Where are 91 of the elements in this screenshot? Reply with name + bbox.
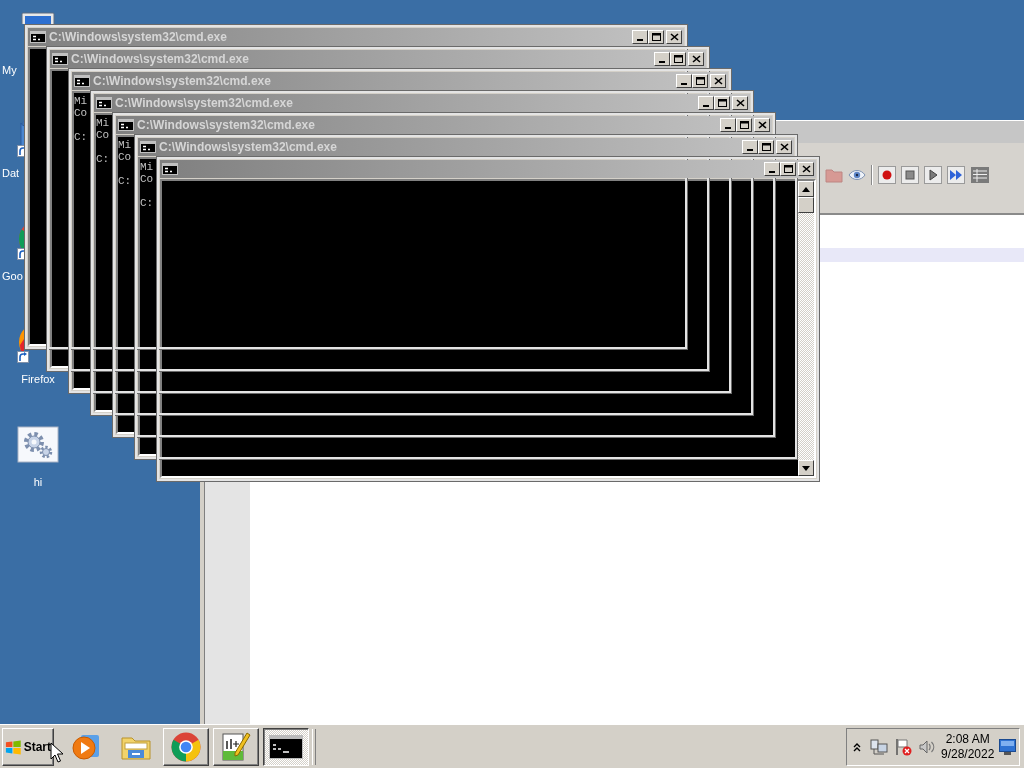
close-icon <box>691 55 701 63</box>
desktop-icon-label[interactable]: hi <box>33 476 43 489</box>
chevron-up-icon[interactable] <box>853 741 861 752</box>
console-line: Co <box>118 151 132 163</box>
close-button[interactable] <box>732 96 748 110</box>
taskbar-button[interactable] <box>263 727 309 766</box>
maximize-button[interactable] <box>736 118 752 132</box>
down-triangle-icon <box>802 465 810 471</box>
close-icon <box>779 143 789 151</box>
close-icon <box>735 99 745 107</box>
scroll-thumb[interactable] <box>798 197 814 213</box>
console-icon <box>140 141 156 153</box>
maximize-icon <box>761 143 771 151</box>
desktop-icon-label[interactable]: My <box>2 64 17 77</box>
scroll-up-button[interactable] <box>798 181 814 197</box>
clock-time[interactable]: 2:08 AM <box>945 731 990 747</box>
maximize-button[interactable] <box>758 140 774 154</box>
console-line: Co <box>74 107 88 119</box>
ring-logo-icon <box>170 730 202 763</box>
console-line: Mi <box>118 139 132 151</box>
up-triangle-icon <box>802 186 810 192</box>
window-title: C:\Windows\system32\cmd.exe <box>71 51 249 67</box>
console-prompt: C: <box>140 197 154 209</box>
console-icon <box>52 53 68 65</box>
close-button[interactable] <box>688 52 704 66</box>
table-icon[interactable] <box>970 166 990 184</box>
console-prompt: C: <box>74 131 88 143</box>
console-prompt: C: <box>96 153 110 165</box>
minimize-button[interactable] <box>676 74 692 88</box>
maximize-button[interactable] <box>670 52 686 66</box>
flag-error-icon[interactable] <box>894 737 912 756</box>
fast-forward-icon[interactable] <box>947 166 965 184</box>
stop-icon[interactable] <box>901 166 919 184</box>
close-button[interactable] <box>710 74 726 88</box>
network-icon[interactable] <box>870 737 888 756</box>
scrollbar[interactable] <box>798 181 814 476</box>
monitor-icon[interactable] <box>999 738 1017 755</box>
desktop-icon-label[interactable]: Firefox <box>21 373 55 386</box>
media-play-icon[interactable] <box>72 732 100 761</box>
maximize-button[interactable] <box>714 96 730 110</box>
close-icon <box>757 121 767 129</box>
maximize-icon <box>673 55 683 63</box>
console-icon <box>162 163 178 175</box>
scroll-down-button[interactable] <box>798 460 814 476</box>
play-icon[interactable] <box>924 166 942 184</box>
record-icon[interactable] <box>878 166 896 184</box>
maximize-icon <box>739 121 749 129</box>
console-prompt: C: <box>118 175 132 187</box>
close-button[interactable] <box>754 118 770 132</box>
console-line: Mi <box>96 117 110 129</box>
console-icon <box>30 31 46 43</box>
start-button[interactable]: Start <box>2 727 54 766</box>
console-line: Mi <box>140 161 154 173</box>
close-icon <box>713 77 723 85</box>
console-line: Co <box>96 129 110 141</box>
maximize-button[interactable] <box>780 162 796 176</box>
four-pane-flag-icon <box>5 738 22 755</box>
window-title: C:\Windows\system32\cmd.exe <box>93 73 271 89</box>
gears-icon[interactable] <box>16 424 59 466</box>
close-button[interactable] <box>776 140 792 154</box>
console-icon <box>118 119 134 131</box>
clock-date[interactable]: 9/28/2022 <box>941 746 995 762</box>
minimize-button[interactable] <box>632 30 648 44</box>
console-line: Co <box>140 173 154 185</box>
console-icon <box>96 97 112 109</box>
close-icon <box>669 33 679 41</box>
mouse-pointer-icon <box>50 742 63 763</box>
close-button[interactable] <box>798 162 814 176</box>
close-icon <box>801 165 811 173</box>
window-title: C:\Windows\system32\cmd.exe <box>49 29 227 45</box>
minimize-button[interactable] <box>764 162 780 176</box>
minimize-button[interactable] <box>742 140 758 154</box>
window-title: C:\Windows\system32\cmd.exe <box>115 95 293 111</box>
minimize-button[interactable] <box>720 118 736 132</box>
maximize-icon <box>783 165 793 173</box>
notepad-pencil-icon <box>219 730 253 763</box>
window-title: C:\Windows\system32\cmd.exe <box>159 139 337 155</box>
maximize-icon <box>717 99 727 107</box>
maximize-icon <box>695 77 705 85</box>
maximize-button[interactable] <box>648 30 664 44</box>
minimize-button[interactable] <box>698 96 714 110</box>
console-icon <box>74 75 90 87</box>
console-line: Mi <box>74 95 88 107</box>
desktop-icon-label[interactable]: Dat <box>2 167 20 180</box>
maximize-button[interactable] <box>692 74 708 88</box>
window-title: C:\Windows\system32\cmd.exe <box>137 117 315 133</box>
desktop-icon-label[interactable]: Goo <box>2 270 23 283</box>
maximize-icon <box>651 33 661 41</box>
close-button[interactable] <box>666 30 682 44</box>
console-icon <box>269 734 303 759</box>
minimize-button[interactable] <box>654 52 670 66</box>
